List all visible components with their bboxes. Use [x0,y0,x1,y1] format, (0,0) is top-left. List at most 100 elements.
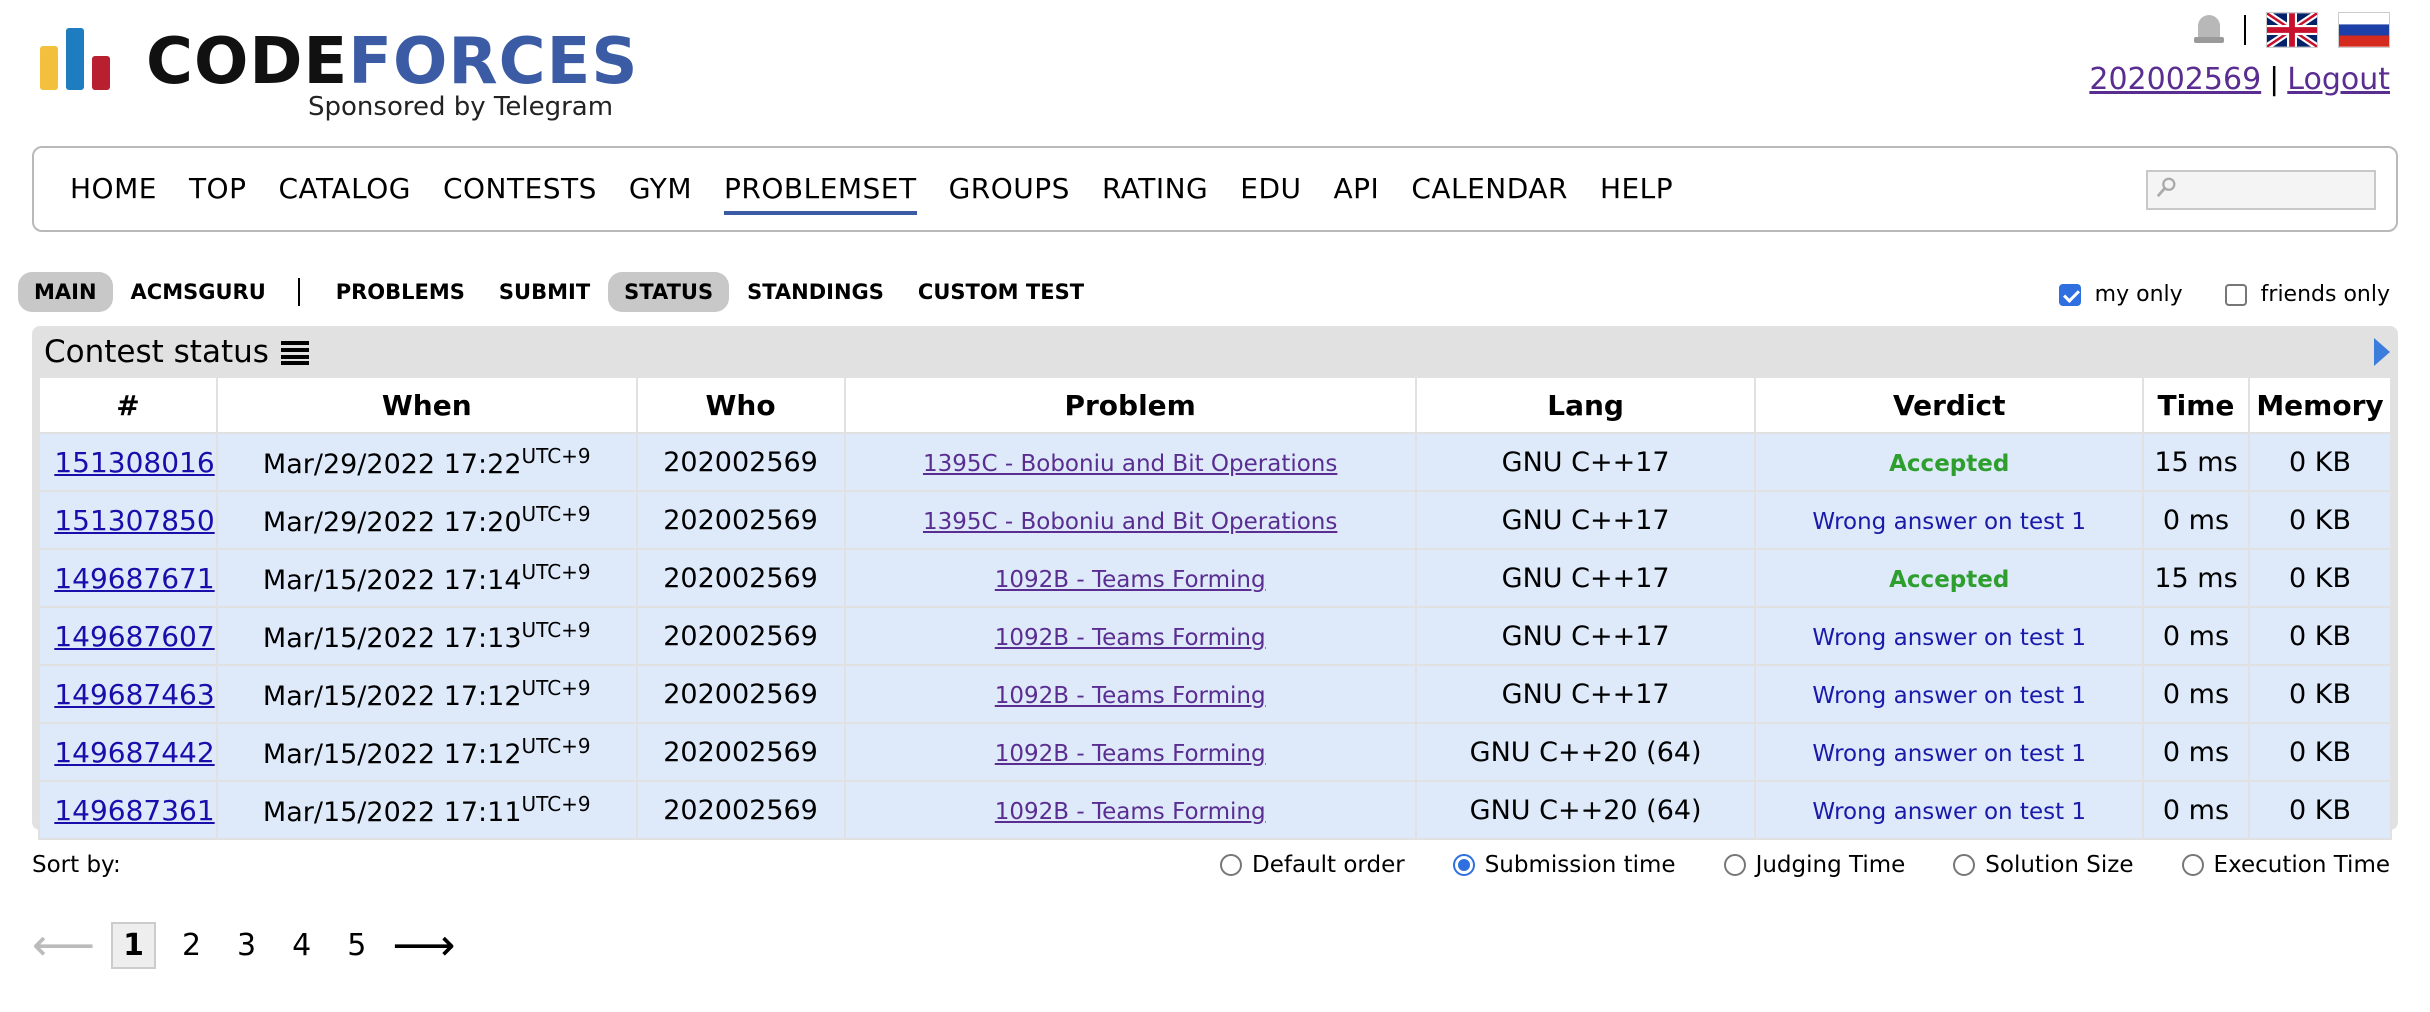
verdict-text[interactable]: Wrong answer on test 1 [1812,799,2086,825]
submission-id-link[interactable]: 149687463 [54,678,214,711]
submission-date: Mar/15/2022 17:12 [262,739,522,770]
table-body: 151308016 Mar/29/2022 17:22UTC+9 202002569… [38,432,2393,840]
search-input[interactable] [2188,176,2362,206]
when-cell: Mar/15/2022 17:14UTC+9 [215,548,638,608]
submenu-custom-test[interactable]: CUSTOM TEST [902,272,1100,312]
menu-item-catalog[interactable]: CATALOG [278,172,410,215]
memory-cell: 0 KB [2247,780,2393,840]
friends-only-filter[interactable]: friends only [2224,282,2390,307]
friends-only-label: friends only [2260,282,2390,307]
sort-radio[interactable] [1953,854,1976,876]
memory-cell: 0 KB [2247,490,2393,550]
page-link-2[interactable]: 2 [172,924,211,967]
sort-radio[interactable] [1220,854,1243,876]
menu-item-calendar[interactable]: CALENDAR [1411,172,1568,215]
menu-item-contests[interactable]: CONTESTS [443,172,597,215]
sort-option-submission-time[interactable]: Submission time [1452,852,1676,878]
submission-id-link[interactable]: 149687442 [54,736,214,769]
username-link[interactable]: 202002569 [2089,62,2261,97]
menu-item-groups[interactable]: GROUPS [949,172,1070,215]
menu-item-help[interactable]: HELP [1600,172,1673,215]
time-cell: 15 ms [2142,432,2250,492]
problem-link[interactable]: 1092B - Teams Forming [995,567,1266,593]
my-only-filter[interactable]: my only [2058,282,2183,307]
my-only-checkbox[interactable] [2058,283,2081,306]
page-link-4[interactable]: 4 [282,924,321,967]
submission-id-cell: 149687442 [38,722,218,782]
search-box[interactable] [2146,170,2376,210]
uk-flag-icon[interactable] [2266,12,2318,48]
sort-option-execution-time[interactable]: Execution Time [2181,852,2390,878]
problem-link[interactable]: 1092B - Teams Forming [995,683,1266,709]
verdict-text[interactable]: Accepted [1889,451,2009,477]
page-link-3[interactable]: 3 [227,924,266,967]
menu-item-problemset[interactable]: PROBLEMSET [724,172,917,215]
menu-item-top[interactable]: TOP [189,172,247,215]
submenu-submit[interactable]: SUBMIT [483,272,606,312]
sort-option-label: Default order [1252,852,1405,878]
submission-id-link[interactable]: 149687671 [54,562,214,595]
problem-link[interactable]: 1092B - Teams Forming [995,625,1266,651]
logo-text: CODEFORCES [146,25,639,99]
verdict-cell: Wrong answer on test 1 [1754,780,2145,840]
submenu-problems[interactable]: PROBLEMS [320,272,481,312]
sort-radio[interactable] [1723,854,1746,876]
menu-item-api[interactable]: API [1334,172,1380,215]
memory-cell: 0 KB [2247,722,2393,782]
menu-item-edu[interactable]: EDU [1240,172,1301,215]
timezone: UTC+9 [521,560,591,584]
table-row: 149687607 Mar/15/2022 17:13UTC+9 202002569… [38,606,2393,666]
problem-link[interactable]: 1092B - Teams Forming [995,799,1266,825]
logout-link[interactable]: Logout [2287,62,2390,97]
codeforces-logo[interactable]: CODEFORCES Sponsored by Telegram [40,22,637,132]
submission-id-link[interactable]: 151308016 [54,446,214,479]
menu-item-rating[interactable]: RATING [1102,172,1208,215]
friends-only-checkbox[interactable] [2224,283,2247,306]
sort-option-label: Submission time [1484,852,1676,878]
table-row: 151308016 Mar/29/2022 17:22UTC+9 202002569… [38,432,2393,492]
sort-option-solution-size[interactable]: Solution Size [1953,852,2134,878]
problem-cell: 1092B - Teams Forming [843,780,1417,840]
verdict-text[interactable]: Wrong answer on test 1 [1812,683,2086,709]
problem-link[interactable]: 1395C - Boboniu and Bit Operations [923,509,1337,535]
verdict-text[interactable]: Wrong answer on test 1 [1812,625,2086,651]
next-page-arrow-icon[interactable]: ⟶ [392,923,455,967]
problem-link[interactable]: 1395C - Boboniu and Bit Operations [923,451,1337,477]
sort-option-default-order[interactable]: Default order [1220,852,1405,878]
sponsor-text: Sponsored by Telegram [308,92,614,122]
submission-id-link[interactable]: 149687607 [54,620,214,653]
submenu-standings[interactable]: STANDINGS [731,272,900,312]
sort-option-judging-time[interactable]: Judging Time [1723,852,1905,878]
list-icon[interactable] [280,340,309,365]
submission-id-link[interactable]: 149687361 [54,794,214,827]
submission-id-link[interactable]: 151307850 [54,504,214,537]
page-link-5[interactable]: 5 [337,924,376,967]
timezone: UTC+9 [521,618,591,642]
verdict-text[interactable]: Wrong answer on test 1 [1812,741,2086,767]
submenu-main[interactable]: MAIN [18,272,113,312]
who-cell: 202002569 [635,606,846,666]
russia-flag-icon[interactable] [2338,12,2390,48]
page-link-1[interactable]: 1 [111,922,156,969]
menu-item-home[interactable]: HOME [70,172,157,215]
submenu-acmsguru[interactable]: ACMSGURU [115,272,282,312]
verdict-cell: Accepted [1754,548,2145,608]
menu-item-gym[interactable]: GYM [629,172,692,215]
submenu-status[interactable]: STATUS [608,272,730,312]
problem-cell: 1395C - Boboniu and Bit Operations [843,490,1417,550]
sort-radio[interactable] [2181,854,2204,876]
problem-link[interactable]: 1092B - Teams Forming [995,741,1266,767]
expand-arrow-icon[interactable] [2374,338,2390,366]
who-cell: 202002569 [635,780,846,840]
verdict-text[interactable]: Accepted [1889,567,2009,593]
previous-page-arrow-icon: ⟵ [32,919,96,971]
menu-items: HOME TOP CATALOG CONTESTS GYM PROBLEMSET GROUP… [70,172,1705,215]
sort-radio[interactable] [1452,854,1475,876]
verdict-cell: Wrong answer on test 1 [1754,722,2145,782]
table-header-row: # When Who Problem Lang Verdict Time Memory [38,376,2393,434]
separator: | [2269,62,2280,97]
submission-date: Mar/15/2022 17:12 [262,681,522,712]
lang-cell: GNU C++20 (64) [1414,722,1757,782]
notification-bell-icon[interactable] [2194,13,2224,47]
verdict-text[interactable]: Wrong answer on test 1 [1812,509,2086,535]
